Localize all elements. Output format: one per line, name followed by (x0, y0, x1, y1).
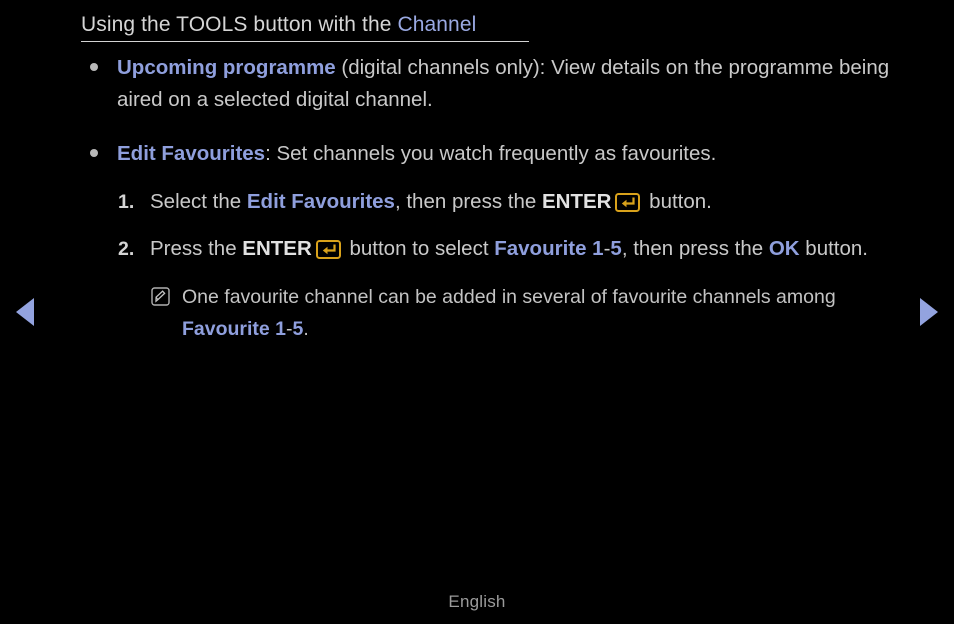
step-number: 1. (118, 191, 135, 213)
page-title-block: Using the TOOLS button with the Channel (81, 12, 530, 42)
term-upcoming-programme: Upcoming programme (117, 56, 336, 79)
step-text-part3: button. (643, 190, 712, 213)
numbered-step: 1. Select the Edit Favourites, then pres… (0, 186, 954, 222)
step-highlight-ok: OK (768, 237, 800, 260)
key-label-enter: ENTER (541, 190, 612, 213)
step-text-part1: Press the (150, 237, 243, 260)
note-pencil-icon (151, 287, 170, 311)
note-text-part2: . (303, 318, 309, 340)
note-highlight-favourite-5: 5 (292, 318, 304, 340)
step-text-part3: , then press the (621, 237, 769, 260)
triangle-right-icon (920, 298, 938, 326)
prev-page-button[interactable] (10, 297, 40, 327)
step-text-part2: button to select (343, 237, 495, 260)
footer-language: English (448, 592, 506, 611)
term-edit-favourites: Edit Favourites (117, 142, 266, 165)
step-text: Press the ENTER button to select Favouri… (150, 233, 914, 269)
note-block: One favourite channel can be added in se… (0, 281, 954, 345)
step-highlight-favourite-5: 5 (610, 237, 622, 260)
enter-key-icon (315, 237, 341, 269)
step-text: Select the Edit Favourites, then press t… (150, 186, 914, 222)
ehelp-page: Using the TOOLS button with the Channel … (0, 0, 954, 624)
step-number: 2. (118, 238, 135, 260)
note-text-part1: One favourite channel can be added in se… (182, 286, 836, 308)
step-highlight-favourite-1: Favourite 1 (494, 237, 604, 260)
bullet-text: Edit Favourites: Set channels you watch … (117, 138, 914, 170)
key-label-enter: ENTER (242, 237, 312, 260)
page-title-lead: Using the TOOLS button with the (81, 13, 398, 36)
triangle-left-icon (16, 298, 34, 326)
page-title: Using the TOOLS button with the Channel (81, 12, 530, 38)
step-highlight-edit-favourites: Edit Favourites (246, 190, 395, 213)
step-text-part4: button. (799, 237, 868, 260)
bullet-dot-icon (90, 149, 98, 157)
bullet-text: Upcoming programme (digital channels onl… (117, 52, 914, 116)
enter-key-icon (615, 190, 641, 222)
numbered-step: 2. Press the ENTER button to select Favo… (0, 233, 954, 269)
note-highlight-favourite-1: Favourite 1 (182, 318, 287, 340)
title-underline (81, 41, 529, 42)
bullet-dot-icon (90, 63, 98, 71)
step-text-part2: , then press the (394, 190, 542, 213)
next-page-button[interactable] (914, 297, 944, 327)
bullet-description: : Set channels you watch frequently as f… (265, 142, 717, 165)
list-item: Upcoming programme (digital channels onl… (0, 52, 954, 116)
list-item: Edit Favourites: Set channels you watch … (0, 138, 954, 170)
note-text: One favourite channel can be added in se… (182, 281, 894, 345)
step-text-part1: Select the (150, 190, 247, 213)
page-title-accent: Channel (397, 13, 477, 36)
content-area: Upcoming programme (digital channels onl… (0, 52, 954, 345)
